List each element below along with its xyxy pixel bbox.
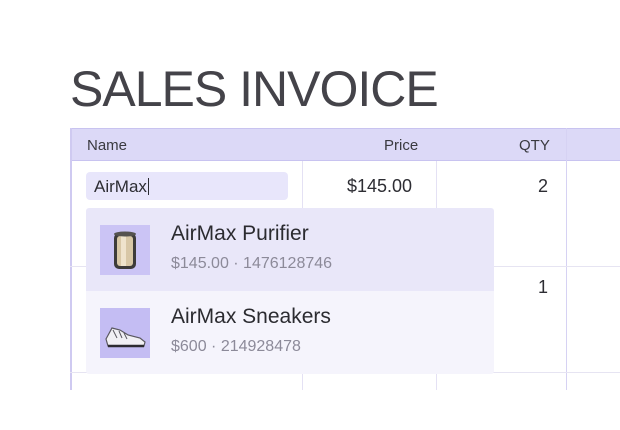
- text-caret: [147, 178, 149, 195]
- autocomplete-option[interactable]: AirMax Sneakers $600 · 214928478: [86, 291, 494, 374]
- autocomplete-dropdown: AirMax Purifier $145.00 · 1476128746 Air…: [86, 208, 494, 374]
- option-title: AirMax Sneakers: [171, 305, 331, 328]
- option-title: AirMax Purifier: [171, 222, 309, 245]
- qty-cell[interactable]: 1: [538, 277, 548, 298]
- qty-cell[interactable]: 2: [538, 176, 548, 197]
- column-divider: [566, 128, 567, 390]
- table-header: Name Price QTY: [70, 128, 620, 161]
- option-meta: $145.00 · 1476128746: [171, 255, 333, 272]
- page-title: SALES INVOICE: [70, 61, 439, 117]
- autocomplete-option[interactable]: AirMax Purifier $145.00 · 1476128746: [86, 208, 494, 291]
- column-header-qty: QTY: [519, 137, 550, 154]
- sneaker-icon: [100, 308, 150, 358]
- table-left-border: [70, 128, 72, 390]
- purifier-icon: [100, 225, 150, 275]
- product-name-input[interactable]: AirMax: [86, 172, 288, 200]
- column-header-name: Name: [87, 137, 128, 154]
- option-meta: $600 · 214928478: [171, 338, 301, 355]
- price-cell[interactable]: $145.00: [347, 176, 412, 197]
- column-header-price: Price: [384, 137, 419, 154]
- product-name-value: AirMax: [94, 177, 147, 196]
